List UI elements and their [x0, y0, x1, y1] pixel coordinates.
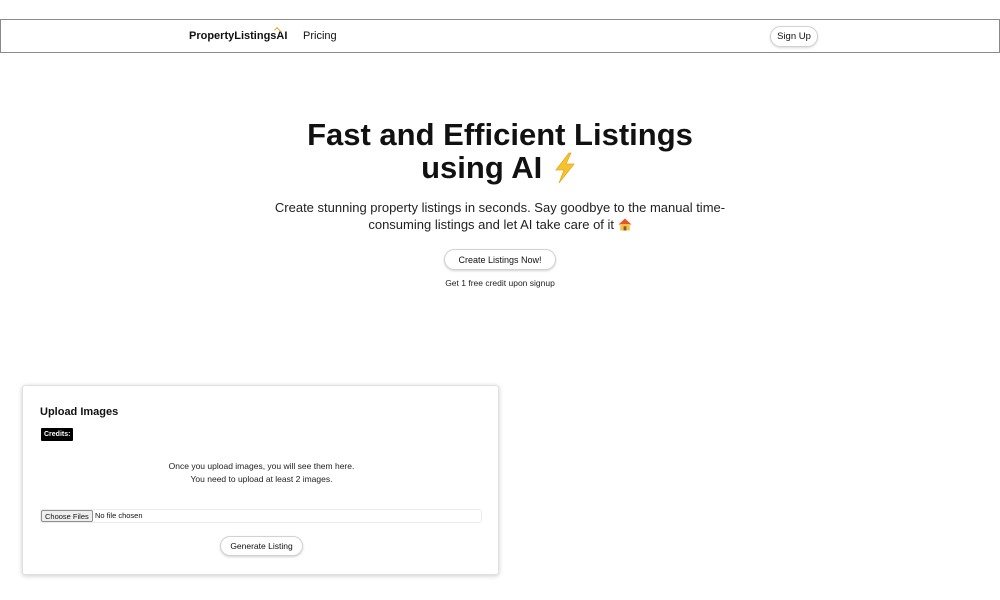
- top-navbar: PropertyListingsAI Pricing Sign Up: [0, 19, 1000, 53]
- lightning-bolt-icon: [555, 152, 575, 184]
- house-icon: [618, 218, 632, 231]
- upload-empty-line1: Once you upload images, you will see the…: [168, 461, 355, 471]
- file-input[interactable]: Choose Files No file chosen: [40, 509, 482, 523]
- upload-empty-message: Once you upload images, you will see the…: [23, 460, 500, 485]
- choose-files-button[interactable]: Choose Files: [41, 510, 93, 522]
- sign-up-button[interactable]: Sign Up: [770, 26, 818, 47]
- generate-listing-button[interactable]: Generate Listing: [220, 536, 303, 556]
- credits-badge: Credits:: [41, 428, 74, 441]
- file-status-text: No file chosen: [95, 511, 143, 520]
- create-listings-button[interactable]: Create Listings Now!: [444, 249, 556, 270]
- hero-title: Fast and Efficient Listings using AI: [250, 118, 750, 184]
- upload-images-card: Upload Images Credits: Once you upload i…: [22, 385, 499, 575]
- brand-logo-link[interactable]: PropertyListingsAI: [189, 30, 287, 42]
- hero-subtitle: Create stunning property listings in sec…: [250, 199, 750, 233]
- brand-name: PropertyListings: [189, 30, 277, 42]
- hero-title-line2: using AI: [421, 150, 543, 185]
- free-credit-note: Get 1 free credit upon signup: [445, 278, 555, 288]
- upload-empty-line2: You need to upload at least 2 images.: [190, 473, 333, 484]
- brand-ai-accent: AI: [276, 30, 288, 42]
- pricing-link[interactable]: Pricing: [303, 30, 337, 42]
- hero-title-line1: Fast and Efficient Listings: [307, 117, 693, 152]
- upload-card-title: Upload Images: [40, 406, 119, 418]
- hero-subtitle-text: Create stunning property listings in sec…: [274, 200, 726, 232]
